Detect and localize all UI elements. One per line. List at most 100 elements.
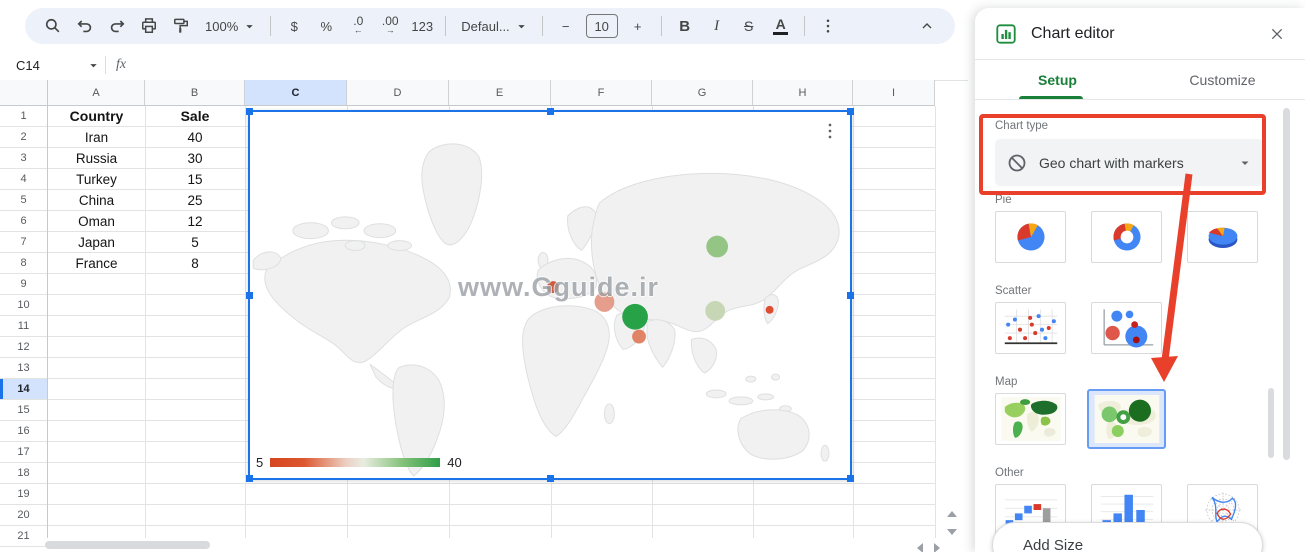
cell-B5[interactable]: 25 <box>145 190 245 210</box>
chart-resize-handle[interactable] <box>246 475 253 482</box>
row-header-1[interactable]: 1 <box>0 106 47 127</box>
row-header-16[interactable]: 16 <box>0 421 47 442</box>
print-icon[interactable] <box>137 13 161 39</box>
geo-chart[interactable]: www.Gguide.ir 5 40 <box>246 108 854 482</box>
cell-B6[interactable]: 12 <box>145 211 245 231</box>
cell-A7[interactable]: Japan <box>48 232 145 252</box>
row-header-9[interactable]: 9 <box>0 274 47 295</box>
select-all-corner[interactable] <box>0 80 48 106</box>
marker-japan[interactable] <box>765 305 774 314</box>
cell-A1[interactable]: Country <box>48 106 145 126</box>
row-header-18[interactable]: 18 <box>0 463 47 484</box>
chart-resize-handle[interactable] <box>246 292 253 299</box>
decrease-font-size-button[interactable]: − <box>554 13 578 39</box>
more-formats-button[interactable]: 123 <box>410 13 434 39</box>
italic-button[interactable]: I <box>705 13 729 39</box>
undo-icon[interactable] <box>73 13 97 39</box>
cell-B1[interactable]: Sale <box>145 106 245 126</box>
more-options-icon[interactable] <box>816 13 840 39</box>
row-header-3[interactable]: 3 <box>0 148 47 169</box>
chart-type-select[interactable]: Geo chart with markers <box>995 139 1263 186</box>
column-header-D[interactable]: D <box>347 80 449 105</box>
search-icon[interactable] <box>41 13 65 39</box>
text-color-button[interactable]: A <box>769 13 793 39</box>
cell-A6[interactable]: Oman <box>48 211 145 231</box>
row-header-14[interactable]: 14 <box>0 379 47 400</box>
chart-resize-handle[interactable] <box>246 108 253 115</box>
cell-A5[interactable]: China <box>48 190 145 210</box>
row-header-4[interactable]: 4 <box>0 169 47 190</box>
row-header-5[interactable]: 5 <box>0 190 47 211</box>
panel-scrollbar[interactable] <box>1283 108 1290 460</box>
close-icon[interactable] <box>1269 26 1285 42</box>
row-header-15[interactable]: 15 <box>0 400 47 421</box>
cell-A2[interactable]: Iran <box>48 127 145 147</box>
horizontal-scrollbar[interactable] <box>45 541 210 549</box>
row-header-6[interactable]: 6 <box>0 211 47 232</box>
chart-thumb-pie-3d[interactable] <box>1187 211 1258 263</box>
bold-button[interactable]: B <box>673 13 697 39</box>
scroll-up-icon[interactable] <box>947 511 957 517</box>
chevron-down-icon[interactable] <box>88 60 99 71</box>
marker-iran[interactable] <box>622 303 648 330</box>
row-header-7[interactable]: 7 <box>0 232 47 253</box>
chart-resize-handle[interactable] <box>847 108 854 115</box>
scroll-down-icon[interactable] <box>947 529 957 535</box>
column-header-A[interactable]: A <box>48 80 145 105</box>
column-header-E[interactable]: E <box>449 80 551 105</box>
row-header-8[interactable]: 8 <box>0 253 47 274</box>
column-header-B[interactable]: B <box>145 80 245 105</box>
tab-customize[interactable]: Customize <box>1140 60 1305 99</box>
cell-B4[interactable]: 15 <box>145 169 245 189</box>
chart-resize-handle[interactable] <box>547 475 554 482</box>
cell-B3[interactable]: 30 <box>145 148 245 168</box>
scroll-left-icon[interactable] <box>917 543 923 552</box>
collapse-toolbar-icon[interactable] <box>915 13 939 39</box>
row-header-20[interactable]: 20 <box>0 505 47 526</box>
chart-menu-icon[interactable] <box>820 118 840 144</box>
cell-B2[interactable]: 40 <box>145 127 245 147</box>
redo-icon[interactable] <box>105 13 129 39</box>
row-header-21[interactable]: 21 <box>0 526 47 547</box>
cell-A4[interactable]: Turkey <box>48 169 145 189</box>
cell-B8[interactable]: 8 <box>145 253 245 273</box>
row-header-13[interactable]: 13 <box>0 358 47 379</box>
column-header-G[interactable]: G <box>652 80 753 105</box>
column-header-I[interactable]: I <box>853 80 935 105</box>
font-size-input[interactable]: 10 <box>585 13 618 39</box>
column-header-F[interactable]: F <box>551 80 652 105</box>
row-header-12[interactable]: 12 <box>0 337 47 358</box>
column-header-H[interactable]: H <box>753 80 853 105</box>
font-select[interactable]: Defaul... <box>457 13 530 39</box>
cell-A8[interactable]: France <box>48 253 145 273</box>
zoom-select[interactable]: 100% <box>201 13 259 39</box>
cell-A3[interactable]: Russia <box>48 148 145 168</box>
gallery-scrollbar[interactable] <box>1268 388 1274 458</box>
add-size-button[interactable]: Add Size <box>992 522 1263 552</box>
marker-oman[interactable] <box>632 329 646 344</box>
chart-resize-handle[interactable] <box>847 292 854 299</box>
row-header-10[interactable]: 10 <box>0 295 47 316</box>
row-header-2[interactable]: 2 <box>0 127 47 148</box>
chart-thumb-bubble[interactable] <box>1091 302 1162 354</box>
row-header-11[interactable]: 11 <box>0 316 47 337</box>
chart-resize-handle[interactable] <box>847 475 854 482</box>
decrease-decimal-button[interactable]: .0 ← <box>346 13 370 39</box>
format-percent-button[interactable]: % <box>314 13 338 39</box>
chart-thumb-geo[interactable] <box>995 393 1066 445</box>
marker-china[interactable] <box>705 300 726 321</box>
tab-setup[interactable]: Setup <box>975 60 1140 99</box>
chart-resize-handle[interactable] <box>547 108 554 115</box>
paint-format-icon[interactable] <box>169 13 193 39</box>
row-header-17[interactable]: 17 <box>0 442 47 463</box>
format-currency-button[interactable]: $ <box>282 13 306 39</box>
marker-russia[interactable] <box>706 235 729 258</box>
increase-font-size-button[interactable]: + <box>626 13 650 39</box>
name-box[interactable]: C14 <box>0 58 88 73</box>
chart-thumb-pie[interactable] <box>995 211 1066 263</box>
increase-decimal-button[interactable]: .00 → <box>378 13 402 39</box>
chart-thumb-scatter[interactable] <box>995 302 1066 354</box>
chart-thumb-geo-markers[interactable] <box>1087 389 1166 449</box>
row-header-19[interactable]: 19 <box>0 484 47 505</box>
cell-B7[interactable]: 5 <box>145 232 245 252</box>
